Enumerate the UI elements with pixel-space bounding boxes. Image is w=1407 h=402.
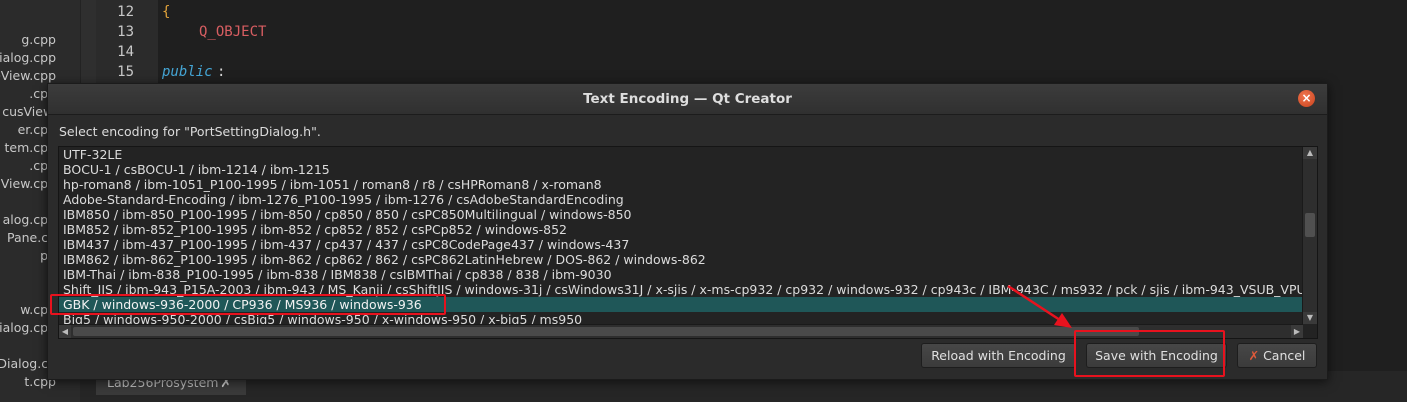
annotation-arrow xyxy=(1007,284,1072,328)
